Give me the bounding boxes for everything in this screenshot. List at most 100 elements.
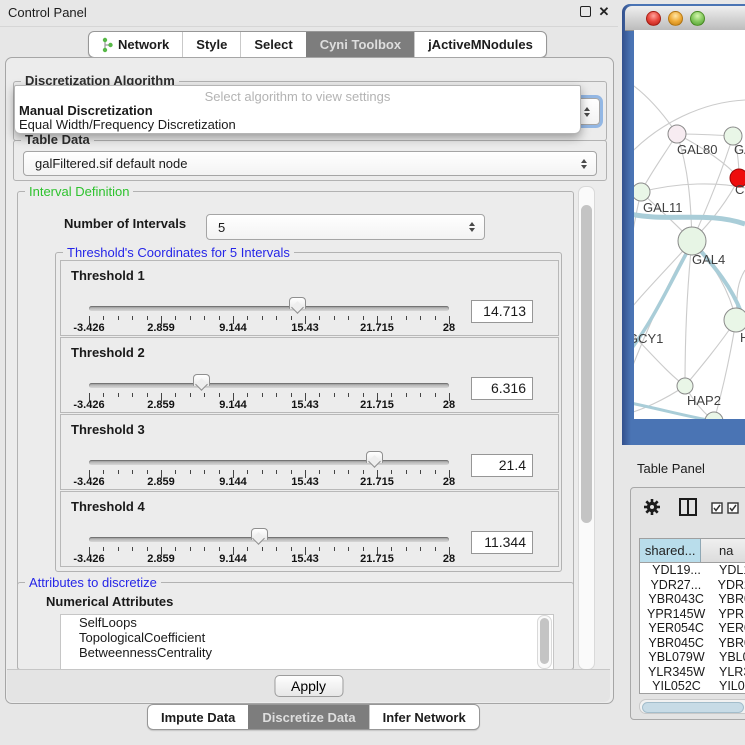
slider-tick (276, 316, 277, 320)
slider-tick (348, 547, 349, 551)
slider-tick (175, 393, 176, 397)
table-data-combobox[interactable]: galFiltered.sif default node (23, 151, 597, 176)
algorithm-option-equal-width[interactable]: Equal Width/Frequency Discretization (19, 117, 236, 132)
settings-scrollbar[interactable] (578, 186, 595, 670)
slider-tick (319, 393, 320, 397)
algorithm-option-manual[interactable]: Manual Discretization (19, 103, 153, 118)
slider-tick (103, 547, 104, 551)
minimize-traffic-light-icon[interactable] (668, 11, 683, 26)
threshold-value-field[interactable]: 6.316 (471, 377, 533, 400)
slider-tick-label: -3.426 (73, 322, 104, 334)
slider-tick (391, 470, 392, 474)
tab-network[interactable]: Network (89, 32, 182, 57)
threshold-slider-track[interactable] (89, 383, 449, 388)
close-icon[interactable]: ✕ (597, 5, 611, 19)
threshold-value-field[interactable]: 11.344 (471, 531, 533, 554)
close-traffic-light-icon[interactable] (646, 11, 661, 26)
table-row[interactable]: YBL079WYBL0 (640, 650, 745, 665)
node-bottom[interactable] (705, 412, 723, 419)
table-row[interactable]: YPR145WYPR1 (640, 607, 745, 622)
network-window-titlebar[interactable] (625, 6, 745, 31)
slider-tick (334, 316, 335, 320)
slider-tick (363, 393, 364, 397)
threshold-slider-track[interactable] (89, 537, 449, 542)
thresholds-group-label: Threshold's Coordinates for 5 Intervals (63, 245, 294, 260)
number-of-intervals-combobox[interactable]: 5 (206, 214, 485, 240)
table-data-label: Table Data (21, 132, 94, 147)
algorithm-dropdown-popup: Select algorithm to view settings Manual… (14, 85, 581, 134)
slider-tick (262, 316, 263, 320)
node-gal4[interactable] (678, 227, 706, 255)
tab-style[interactable]: Style (182, 32, 240, 57)
slider-tick (391, 393, 392, 397)
checkbox-checked-icon[interactable] (711, 502, 723, 514)
slider-tick (204, 547, 205, 551)
attribute-list-item[interactable]: SelfLoops (61, 615, 553, 630)
table-horizontal-scrollbar[interactable] (639, 699, 745, 714)
threshold-slider-track[interactable] (89, 460, 449, 465)
zoom-traffic-light-icon[interactable] (690, 11, 705, 26)
table-row[interactable]: YIL052CYIL0 (640, 679, 745, 694)
number-of-intervals-label: Number of Intervals (64, 216, 186, 231)
table-row[interactable]: YER054CYER0 (640, 621, 745, 636)
slider-tick (204, 393, 205, 397)
tab-infer-network[interactable]: Infer Network (369, 705, 479, 729)
float-window-icon[interactable] (578, 5, 592, 19)
slider-tick-label: 15.43 (291, 476, 319, 488)
slider-tick (118, 547, 119, 551)
tab-cyni-toolbox[interactable]: Cyni Toolbox (306, 32, 414, 57)
node-label-gal4: GAL4 (692, 252, 725, 267)
slider-tick (132, 470, 133, 474)
tab-impute-data[interactable]: Impute Data (148, 705, 248, 729)
table-row[interactable]: YLR345WYLR3 (640, 665, 745, 680)
threshold-value-field[interactable]: 21.4 (471, 454, 533, 477)
column-header-name[interactable]: na (701, 539, 745, 562)
slider-tick-label: 2.859 (147, 399, 175, 411)
slider-tick (291, 547, 292, 551)
node-right-h[interactable] (724, 308, 745, 332)
threshold-slider-thumb[interactable] (251, 528, 268, 540)
attribute-list-item[interactable]: TopologicalCoefficient (61, 630, 553, 645)
algorithm-placeholder-option[interactable]: Select algorithm to view settings (15, 89, 580, 104)
slider-tick (219, 316, 220, 320)
threshold-value-field[interactable]: 14.713 (471, 300, 533, 323)
cyni-toolbox-panel: Discretization Algorithm Select algorith… (5, 57, 614, 704)
slider-tick (204, 316, 205, 320)
slider-tick (291, 393, 292, 397)
node-label-c: C (735, 182, 744, 197)
control-panel-title: Control Panel (8, 5, 87, 20)
table-data-value: galFiltered.sif default node (24, 156, 581, 171)
slider-tick (319, 470, 320, 474)
table-row[interactable]: YDR27...YDR2 (640, 578, 745, 593)
table-row[interactable]: YBR043CYBR0 (640, 592, 745, 607)
apply-button[interactable]: Apply (274, 675, 343, 697)
threshold-slider-thumb[interactable] (289, 297, 306, 309)
attribute-list-item[interactable]: BetweennessCentrality (61, 645, 553, 660)
threshold-slider-track[interactable] (89, 306, 449, 311)
threshold-slider-thumb[interactable] (193, 374, 210, 386)
table-rows: YDL19...YDL1YDR27...YDR2YBR043CYBR0YPR14… (640, 563, 745, 694)
node-pink[interactable] (668, 125, 686, 143)
tab-jactivemnodules[interactable]: jActiveMNodules (414, 32, 546, 57)
slider-tick (204, 470, 205, 474)
split-columns-icon[interactable] (678, 497, 698, 517)
slider-tick-label: 15.43 (291, 322, 319, 334)
attributes-list-scrollbar[interactable] (537, 615, 552, 669)
tab-select[interactable]: Select (240, 32, 305, 57)
gear-icon[interactable] (643, 498, 661, 516)
node-green-left[interactable] (634, 183, 650, 201)
table-row[interactable]: YDL19...YDL1 (640, 563, 745, 578)
checkbox-checked-icon[interactable] (727, 502, 739, 514)
column-header-shared-name[interactable]: shared... (640, 539, 701, 562)
slider-tick-label: 28 (443, 322, 455, 334)
numerical-attributes-label: Numerical Attributes (46, 594, 173, 609)
threshold-slider-thumb[interactable] (366, 451, 383, 463)
table-row[interactable]: YBR045CYBR0 (640, 636, 745, 651)
network-canvas[interactable]: GAL80GACGAL11GAL4GCY1HHAP2 (634, 30, 745, 419)
node-hap2[interactable] (677, 378, 693, 394)
slider-tick (103, 470, 104, 474)
slider-tick (118, 393, 119, 397)
control-panel-titlebar: Control Panel ✕ (0, 0, 618, 27)
slider-tick (132, 547, 133, 551)
tab-discretize-data[interactable]: Discretize Data (248, 705, 368, 729)
